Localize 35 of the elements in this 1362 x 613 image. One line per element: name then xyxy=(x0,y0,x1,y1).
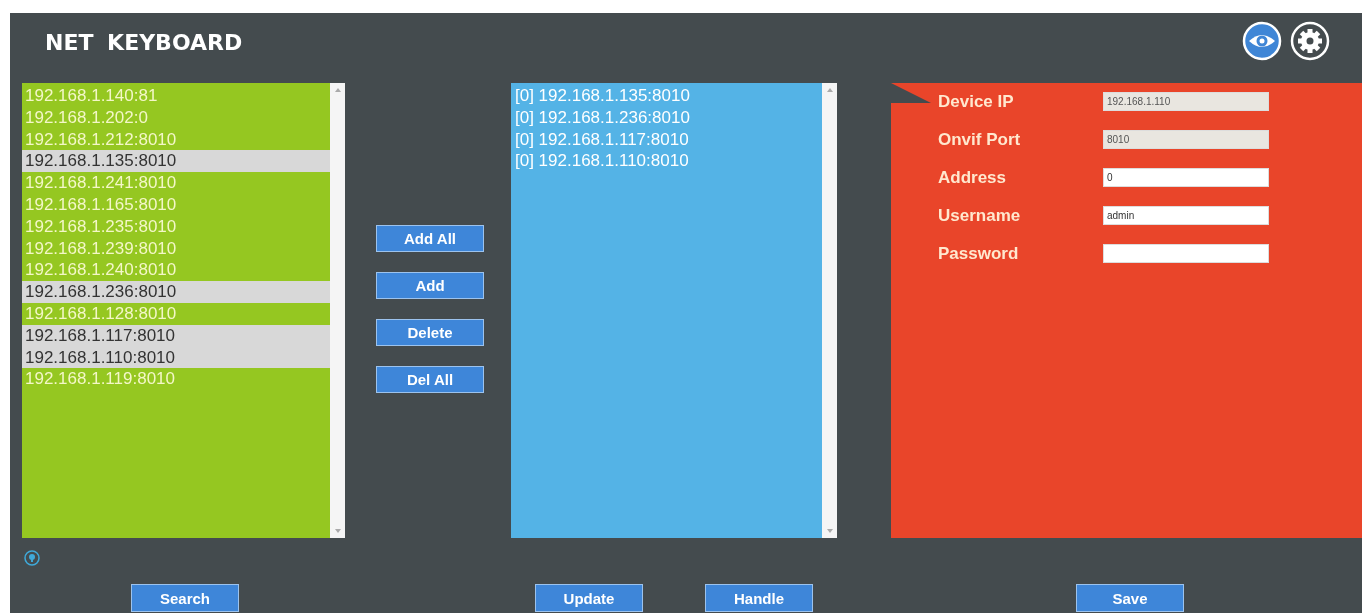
field-label: Device IP xyxy=(938,92,1015,111)
corner-notch xyxy=(891,83,931,103)
transfer-button[interactable]: Delete xyxy=(376,319,484,346)
scroll-up-icon[interactable] xyxy=(826,88,833,92)
field-label: Username xyxy=(938,206,1022,225)
device-list-item[interactable]: 192.168.1.135:8010 xyxy=(22,150,330,173)
field-label: Address xyxy=(938,168,1008,187)
device-list-item[interactable]: 192.168.1.117:8010 xyxy=(22,324,330,347)
added-list-item[interactable]: [0] 192.168.1.110:8010 xyxy=(511,150,822,173)
handle-button[interactable]: Handle xyxy=(705,584,813,612)
settings-icon[interactable] xyxy=(1290,21,1330,61)
info-icon[interactable] xyxy=(24,550,40,566)
field-label: Onvif Port xyxy=(938,130,1022,149)
input-field[interactable] xyxy=(1103,244,1269,263)
search-button[interactable]: Search xyxy=(131,584,239,612)
added-list-item[interactable]: [0] 192.168.1.117:8010 xyxy=(511,128,822,151)
scrollbar[interactable] xyxy=(330,83,345,538)
device-list-item[interactable]: 192.168.1.236:8010 xyxy=(22,281,330,303)
transfer-button[interactable]: Add All xyxy=(376,225,484,252)
update-button[interactable]: Update xyxy=(535,584,643,612)
device-list-item[interactable]: 192.168.1.110:8010 xyxy=(22,346,330,369)
input-field[interactable]: 0 xyxy=(1103,168,1269,187)
eye-icon[interactable] xyxy=(1242,21,1282,61)
scrollbar[interactable] xyxy=(822,83,837,538)
scroll-up-icon[interactable] xyxy=(334,88,341,92)
save-button[interactable]: Save xyxy=(1076,584,1184,612)
input-field[interactable]: admin xyxy=(1103,206,1269,225)
scroll-down-icon[interactable] xyxy=(334,529,341,533)
added-list-item[interactable]: [0] 192.168.1.236:8010 xyxy=(511,106,822,129)
transfer-button[interactable]: Del All xyxy=(376,366,484,393)
window-title: NET KEYBOARD xyxy=(45,29,243,55)
field-label: Password xyxy=(938,244,1020,263)
scroll-down-icon[interactable] xyxy=(826,529,833,533)
transfer-button[interactable]: Add xyxy=(376,272,484,299)
added-list-item[interactable]: [0] 192.168.1.135:8010 xyxy=(511,85,822,107)
